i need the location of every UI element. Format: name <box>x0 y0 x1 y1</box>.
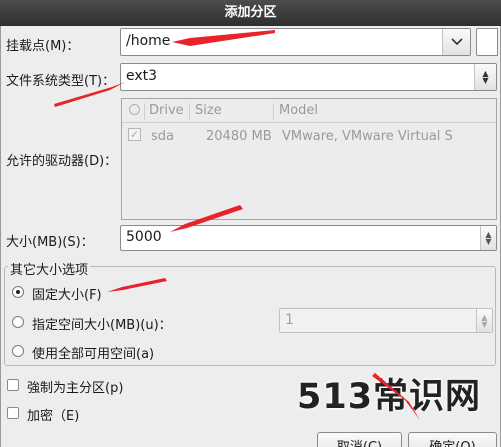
fill-up-to-spinbox: 1 ▲ ▼ <box>279 308 493 333</box>
window-title: 添加分区 <box>0 0 501 26</box>
ok-button[interactable]: 确定(O) <box>408 432 497 447</box>
fill-up-to-value: 1 <box>285 312 294 328</box>
size-spinbox[interactable]: 5000 ▲ ▼ <box>120 225 497 251</box>
mount-point-combo[interactable]: /home <box>120 28 471 56</box>
drive-checkbox-checked-icon[interactable]: ✓ <box>128 128 141 141</box>
primary-partition-checkbox[interactable] <box>7 379 19 391</box>
radio-fill-up-to[interactable] <box>12 316 24 328</box>
mount-point-extra-button <box>476 28 498 56</box>
drive-size: 20480 MB <box>206 129 272 144</box>
encrypt-checkbox[interactable] <box>7 407 19 419</box>
size-value[interactable]: 5000 <box>126 229 162 245</box>
drive-model: VMware, VMware Virtual S <box>282 129 453 144</box>
fs-type-value[interactable]: ext3 <box>126 68 157 84</box>
column-size[interactable]: Size <box>195 103 222 118</box>
encrypt-label[interactable]: 加密（E) <box>27 405 79 424</box>
drive-name: sda <box>151 129 174 144</box>
column-drive[interactable]: Drive <box>149 103 184 118</box>
combo-arrows-icon[interactable]: ▲ ▼ <box>474 64 496 90</box>
size-label: 大小(MB)(S)： <box>6 235 94 250</box>
radio-fixed-size[interactable] <box>12 286 24 298</box>
header-select-icon <box>129 104 140 115</box>
table-row[interactable]: ✓ sda 20480 MB VMware, VMware Virtual S <box>122 125 496 147</box>
fixed-size-label[interactable]: 固定大小(F) <box>32 284 102 303</box>
fill-up-to-label[interactable]: 指定空间大小(MB)(u)： <box>32 314 172 333</box>
fs-type-label: 文件系统类型(T)： <box>6 74 116 89</box>
drives-table: Drive Size Model ✓ sda 20480 MB VMware, … <box>121 98 497 220</box>
mount-point-label: 挂载点(M)： <box>6 39 80 54</box>
primary-partition-label[interactable]: 強制为主分区(p) <box>27 377 123 396</box>
spin-arrows-icon[interactable]: ▲ ▼ <box>480 226 496 250</box>
mount-point-value[interactable]: /home <box>126 33 170 49</box>
cancel-button[interactable]: 取消(C) <box>317 432 402 447</box>
allowed-drives-label: 允许的驱动器(D)： <box>6 154 118 169</box>
fs-type-combo[interactable]: ext3 ▲ ▼ <box>120 63 497 91</box>
other-size-options-legend: 其它大小选项 <box>8 259 91 278</box>
spin-arrows-disabled-icon: ▲ ▼ <box>476 309 492 332</box>
drives-table-header: Drive Size Model <box>122 99 496 123</box>
fill-all-label[interactable]: 使用全部可用空间(a) <box>32 343 154 362</box>
site-watermark: 513常识网 <box>297 377 482 417</box>
chevron-down-icon[interactable] <box>442 29 470 55</box>
column-model[interactable]: Model <box>279 103 318 118</box>
radio-fill-all[interactable] <box>12 345 24 357</box>
